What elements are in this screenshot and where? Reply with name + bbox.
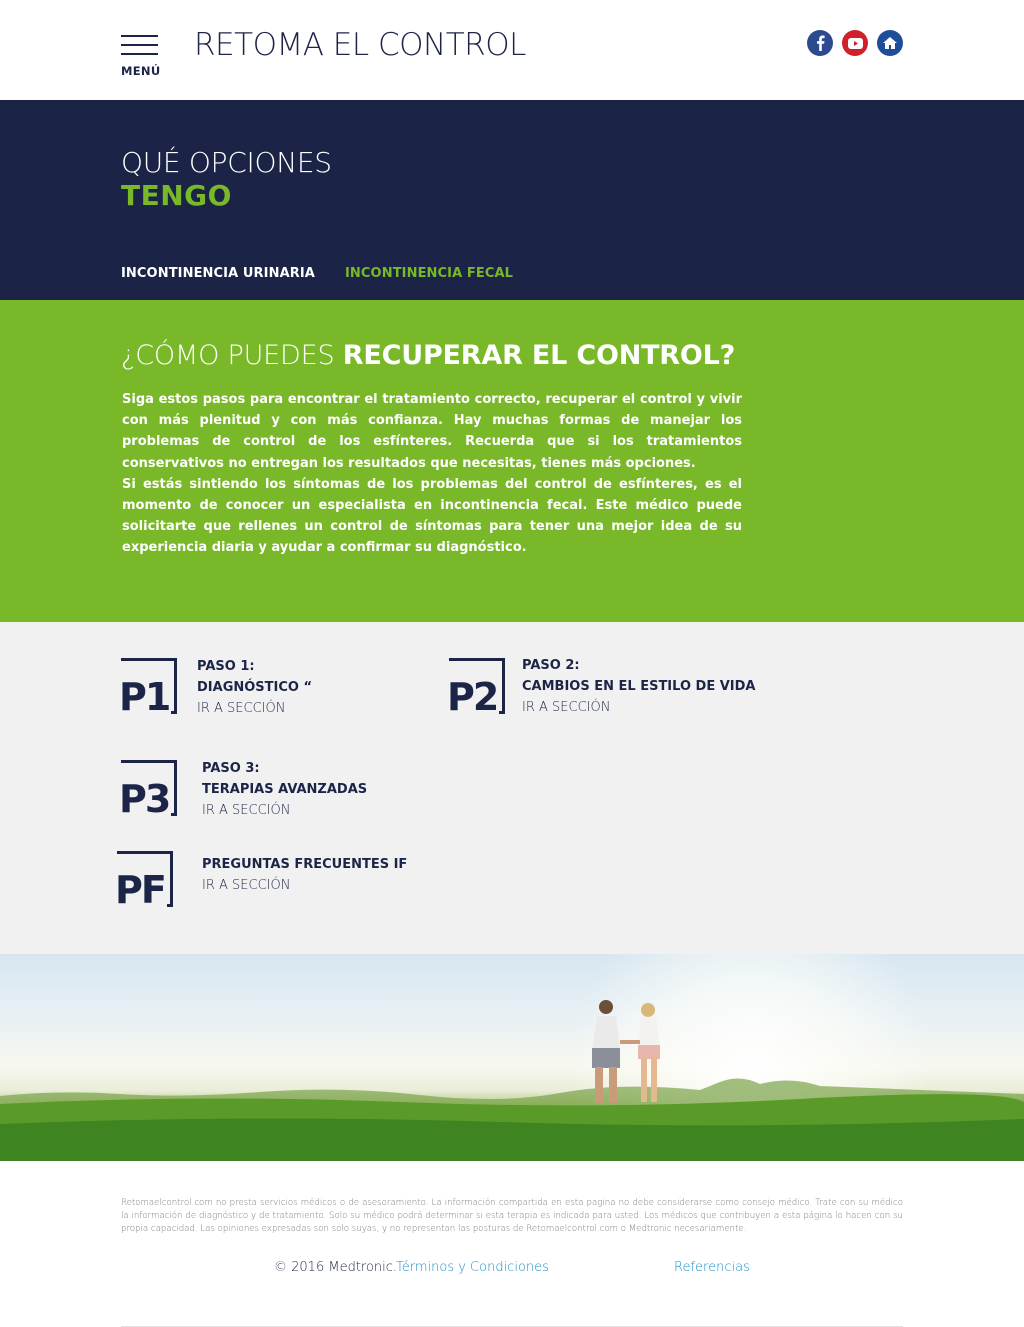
- menu-hamburger-icon[interactable]: [121, 35, 159, 62]
- step-name: CAMBIOS EN EL ESTILO DE VIDA: [522, 679, 756, 694]
- step-code: P3: [119, 777, 171, 821]
- step-badge-p2: P2: [447, 658, 507, 719]
- step-link[interactable]: IR A SECCIÓN: [202, 875, 462, 896]
- page-title-line1: QUÉ OPCIONES: [121, 146, 332, 179]
- step-link[interactable]: IR A SECCIÓN: [202, 800, 442, 821]
- youtube-icon[interactable]: [842, 30, 868, 56]
- tab-incontinencia-fecal[interactable]: INCONTINENCIA FECAL: [345, 266, 513, 281]
- disclaimer-text: Retomaelcontrol.com no presta servicios …: [121, 1198, 903, 1234]
- step-code: P1: [119, 675, 171, 719]
- step-badge-p3: P3: [119, 760, 179, 821]
- tab-incontinencia-urinaria[interactable]: INCONTINENCIA URINARIA: [121, 266, 315, 281]
- step-kicker: PASO 3:: [202, 761, 260, 776]
- step-link[interactable]: IR A SECCIÓN: [522, 697, 822, 718]
- site-title[interactable]: RETOMA EL CONTROL: [194, 27, 526, 63]
- intro-paragraph-2: Si estás sintiendo los síntomas de los p…: [122, 476, 742, 556]
- site-header: MENÚ RETOMA EL CONTROL: [0, 0, 1024, 100]
- step-kicker: PASO 2:: [522, 658, 580, 673]
- terms-link[interactable]: Términos y Condiciones: [396, 1260, 549, 1275]
- copyright-text: © 2016 Medtronic.: [274, 1260, 398, 1275]
- step-badge-p1: P1: [119, 658, 179, 719]
- step-code: P2: [447, 675, 499, 719]
- step-badge-pf: PF: [115, 851, 175, 912]
- intro-paragraph-1: Siga estos pasos para encontrar el trata…: [122, 392, 742, 471]
- intro-text: Siga estos pasos para encontrar el trata…: [122, 389, 742, 559]
- references-link[interactable]: Referencias: [674, 1260, 750, 1275]
- step-kicker: PASO 1:: [197, 659, 255, 674]
- section-heading: ¿CÓMO PUEDES RECUPERAR EL CONTROL?: [121, 340, 735, 371]
- step-name: PREGUNTAS FRECUENTES IF: [202, 857, 408, 872]
- menu-label[interactable]: MENÚ: [121, 64, 160, 78]
- couple-field-photo: [0, 954, 1024, 1161]
- home-icon[interactable]: [877, 30, 903, 56]
- step-code: PF: [115, 868, 167, 912]
- section-heading-bold: RECUPERAR EL CONTROL?: [342, 340, 736, 371]
- step-name: DIAGNÓSTICO “: [197, 680, 313, 695]
- step-name: TERAPIAS AVANZADAS: [202, 782, 368, 797]
- facebook-icon[interactable]: [807, 30, 833, 56]
- step-link[interactable]: IR A SECCIÓN: [197, 698, 397, 719]
- page-title-line2: TENGO: [121, 179, 232, 212]
- section-heading-light: ¿CÓMO PUEDES: [121, 340, 343, 371]
